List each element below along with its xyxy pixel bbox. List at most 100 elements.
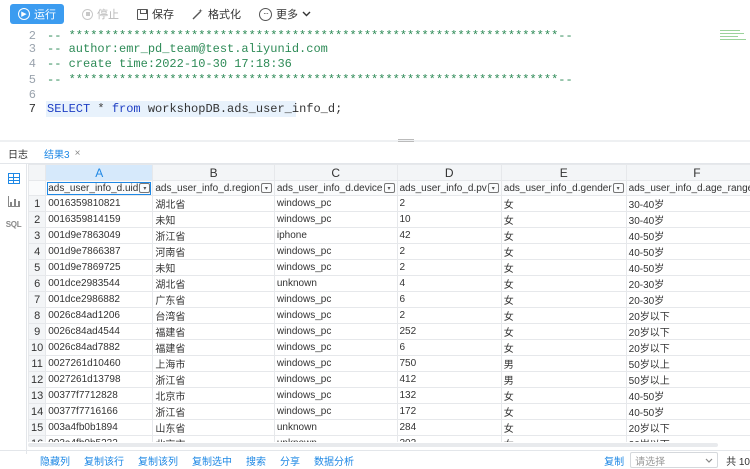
table-cell[interactable]: windows_pc [273, 323, 398, 341]
table-cell[interactable]: 40-50岁 [625, 243, 750, 261]
table-cell[interactable]: 上海市 [152, 355, 275, 373]
table-cell[interactable]: 女 [500, 275, 627, 293]
table-cell[interactable]: 10 [396, 211, 502, 229]
table-cell[interactable]: 003a4fb0b5232 [45, 435, 154, 442]
table-row[interactable]: 100026c84ad7882福建省windows_pc6女20岁以下天秤座20… [28, 339, 750, 357]
table-row[interactable]: 4001d9e7866387河南省windows_pc2女40-50岁双鱼座20… [28, 243, 750, 261]
table-cell[interactable]: 广东省 [152, 291, 275, 309]
tab-result[interactable]: 结果3 × [36, 144, 88, 164]
table-cell[interactable]: 40-50岁 [625, 227, 750, 245]
table-cell[interactable]: 男 [500, 355, 627, 373]
tab-log[interactable]: 日志 [0, 144, 36, 164]
table-cell[interactable]: 女 [500, 211, 627, 229]
table-cell[interactable]: 30-40岁 [625, 211, 750, 229]
copy-selection-link[interactable]: 复制选中 [192, 453, 232, 468]
row-number[interactable]: 7 [28, 291, 47, 309]
table-cell[interactable]: windows_pc [273, 387, 398, 405]
table-cell[interactable]: 女 [500, 403, 627, 421]
column-header[interactable]: ads_user_info_d.region ▾ [152, 179, 275, 197]
row-number[interactable]: 2 [28, 211, 47, 229]
table-row[interactable]: 5001d9e7869725未知windows_pc2女40-50岁双鱼座202… [28, 259, 750, 277]
table-row[interactable]: 110027261d10460上海市windows_pc750男50岁以上双子座… [28, 355, 750, 373]
table-cell[interactable]: 40-50岁 [625, 387, 750, 405]
hide-column-link[interactable]: 隐藏列 [40, 453, 70, 468]
row-number[interactable]: 4 [28, 243, 47, 261]
table-row[interactable]: 80026c84ad1206台湾省windows_pc2女20岁以下天秤座202… [28, 307, 750, 325]
data-analysis-link[interactable]: 数据分析 [314, 453, 354, 468]
column-dropdown-icon[interactable]: ▾ [612, 183, 624, 194]
table-cell[interactable]: 浙江省 [152, 403, 275, 421]
table-cell[interactable]: 男 [500, 371, 627, 389]
table-row[interactable]: 16003a4fb0b5232北京市unknown202女20岁以下水瓶座202… [28, 435, 750, 442]
table-cell[interactable]: 00377f7712828 [45, 387, 154, 405]
more-button[interactable]: ··· 更多 [259, 6, 311, 22]
row-number[interactable]: 10 [28, 339, 47, 357]
table-cell[interactable]: 台湾省 [152, 307, 275, 325]
table-cell[interactable]: windows_pc [273, 403, 398, 421]
table-cell[interactable]: 浙江省 [152, 227, 275, 245]
table-cell[interactable]: 2 [396, 259, 502, 277]
table-cell[interactable]: windows_pc [273, 195, 398, 213]
table-cell[interactable]: windows_pc [273, 291, 398, 309]
column-header[interactable]: ads_user_info_d.device ▾ [273, 179, 398, 197]
column-dropdown-icon[interactable]: ▾ [383, 183, 395, 194]
chart-view-icon[interactable] [7, 195, 20, 208]
column-letter-f[interactable]: F [625, 164, 750, 181]
table-cell[interactable]: 20-30岁 [625, 291, 750, 309]
table-cell[interactable]: 0027261d10460 [45, 355, 154, 373]
copy-row-link[interactable]: 复制该行 [84, 453, 124, 468]
table-cell[interactable]: 001d9e7869725 [45, 259, 154, 277]
column-header[interactable]: ads_user_info_d.pv ▾ [396, 179, 502, 197]
table-cell[interactable]: 202 [396, 435, 502, 442]
format-button[interactable]: 格式化 [192, 6, 241, 22]
table-row[interactable]: 20016359814159未知windows_pc10女30-40岁巨蟹座20… [28, 211, 750, 229]
table-cell[interactable]: 湖北省 [152, 195, 275, 213]
table-cell[interactable]: 浙江省 [152, 371, 275, 389]
table-cell[interactable]: iphone [273, 227, 398, 245]
table-cell[interactable]: 女 [500, 195, 627, 213]
table-view-icon[interactable] [7, 172, 20, 185]
column-letter-d[interactable]: D [396, 164, 502, 181]
row-number[interactable]: 15 [28, 419, 47, 437]
table-cell[interactable]: windows_pc [273, 211, 398, 229]
table-cell[interactable]: unknown [273, 435, 398, 442]
table-cell[interactable]: windows_pc [273, 355, 398, 373]
row-number[interactable]: 3 [28, 227, 47, 245]
table-cell[interactable]: 2 [396, 195, 502, 213]
table-cell[interactable]: 284 [396, 419, 502, 437]
table-cell[interactable]: 4 [396, 275, 502, 293]
search-link[interactable]: 搜索 [246, 453, 266, 468]
table-cell[interactable]: 50岁以上 [625, 355, 750, 373]
table-cell[interactable]: 20岁以下 [625, 419, 750, 437]
table-cell[interactable]: 女 [500, 387, 627, 405]
table-cell[interactable]: 0026c84ad7882 [45, 339, 154, 357]
grid-corner[interactable] [28, 164, 47, 181]
editor-minimap[interactable] [718, 28, 750, 46]
table-cell[interactable]: 40-50岁 [625, 403, 750, 421]
table-cell[interactable]: 0016359810821 [45, 195, 154, 213]
table-cell[interactable]: 42 [396, 227, 502, 245]
table-cell[interactable]: 女 [500, 419, 627, 437]
table-cell[interactable]: 0027261d13798 [45, 371, 154, 389]
table-cell[interactable]: 252 [396, 323, 502, 341]
column-letter-a[interactable]: A [45, 164, 154, 181]
table-row[interactable]: 90026c84ad4544福建省windows_pc252女20岁以下天秤座2… [28, 323, 750, 341]
table-cell[interactable]: 20岁以下 [625, 307, 750, 325]
table-cell[interactable]: 北京市 [152, 435, 275, 442]
column-letter-b[interactable]: B [152, 164, 275, 181]
sql-editor[interactable]: 2 -- ***********************************… [0, 28, 718, 138]
column-header[interactable]: ads_user_info_d.age_range▾ [625, 179, 750, 197]
table-cell[interactable]: 女 [500, 291, 627, 309]
row-number[interactable]: 1 [28, 195, 47, 213]
horizontal-scrollbar[interactable] [28, 443, 718, 447]
table-cell[interactable]: 山东省 [152, 419, 275, 437]
row-number[interactable]: 8 [28, 307, 47, 325]
table-cell[interactable]: 20-30岁 [625, 275, 750, 293]
table-cell[interactable]: unknown [273, 275, 398, 293]
table-cell[interactable]: 001dce2986882 [45, 291, 154, 309]
table-cell[interactable]: 女 [500, 323, 627, 341]
sql-view-icon[interactable]: SQL [6, 218, 22, 231]
row-number[interactable]: 13 [28, 387, 47, 405]
table-cell[interactable]: 北京市 [152, 387, 275, 405]
table-cell[interactable]: 未知 [152, 259, 275, 277]
